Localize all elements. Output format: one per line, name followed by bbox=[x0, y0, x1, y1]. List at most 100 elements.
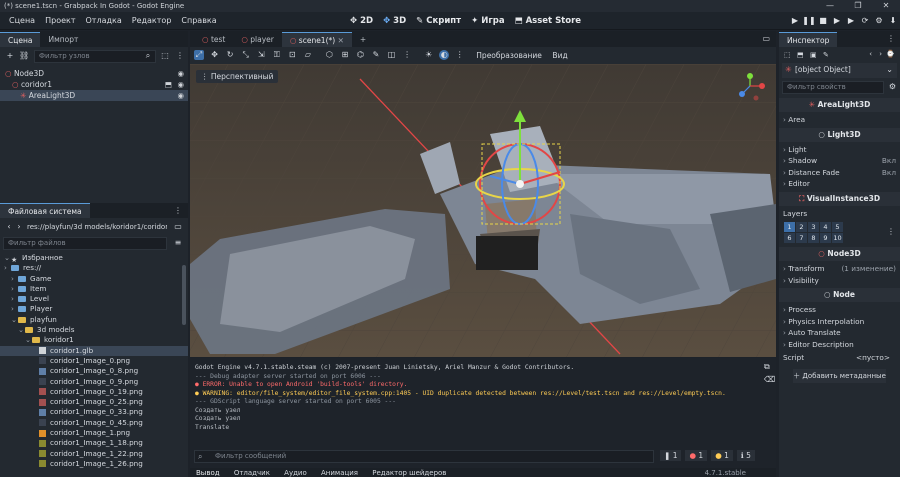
tab-debugger[interactable]: Отладчик bbox=[228, 469, 276, 477]
more-icon[interactable]: ⋮ bbox=[402, 50, 412, 60]
property-row[interactable]: › Visibility bbox=[779, 275, 900, 287]
visibility-icon[interactable]: ◉ bbox=[177, 79, 184, 90]
maximize-button[interactable]: ❐ bbox=[844, 0, 872, 12]
layer-toggle[interactable]: 10 bbox=[832, 233, 843, 243]
save-icon[interactable]: ▣ bbox=[810, 51, 817, 59]
perspective-menu[interactable]: ⋮ Перспективный bbox=[196, 70, 279, 83]
file-item[interactable]: coridor1_Image_1_18.png bbox=[0, 438, 188, 448]
layer-toggle[interactable]: 2 bbox=[796, 222, 807, 232]
workspace-script[interactable]: ✎ Скрипт bbox=[416, 12, 461, 30]
play-scene-icon[interactable]: ▶ bbox=[830, 12, 844, 30]
play-custom-icon[interactable]: ▶ bbox=[844, 12, 858, 30]
history-back-icon[interactable]: ‹ bbox=[869, 50, 872, 58]
layer-toggle[interactable]: 1 bbox=[784, 222, 795, 232]
tab-animation[interactable]: Анимация bbox=[315, 469, 364, 477]
workspace-3d[interactable]: ✥ 3D bbox=[383, 12, 406, 30]
file-item[interactable]: coridor1_Image_0_9.png bbox=[0, 377, 188, 387]
object-selector[interactable]: ✳ [object Object] ⌄ bbox=[782, 63, 897, 78]
copy-icon[interactable]: ⧉ bbox=[764, 362, 772, 375]
folder-item[interactable]: ⌄ koridor1 bbox=[0, 335, 188, 345]
forward-icon[interactable]: › bbox=[14, 222, 24, 232]
settings-icon[interactable]: ⚙ bbox=[872, 12, 886, 30]
node-filter-input[interactable]: Фильтр узлов bbox=[34, 50, 156, 63]
file-item[interactable]: coridor1_Image_0_33.png bbox=[0, 407, 188, 417]
expand-arrow-icon[interactable]: › bbox=[11, 294, 18, 304]
select-tool-icon[interactable]: ⤢ bbox=[194, 50, 204, 60]
property-row[interactable]: › Distance Fade Вкл bbox=[779, 167, 900, 179]
property-row[interactable]: › Area bbox=[779, 114, 900, 126]
expand-arrow-icon[interactable]: ⌄ bbox=[11, 315, 18, 325]
camera-icon[interactable]: ⌬ bbox=[355, 50, 365, 60]
preview-menu-icon[interactable]: ⋮ bbox=[455, 50, 465, 60]
ruler-icon[interactable]: ▱ bbox=[303, 50, 313, 60]
tab-import[interactable]: Импорт bbox=[40, 32, 86, 47]
settings-icon[interactable]: ⚙ bbox=[889, 82, 896, 91]
sort-icon[interactable]: ≡ bbox=[173, 238, 183, 248]
tab-inspector[interactable]: Инспектор bbox=[779, 32, 838, 47]
edit-icon[interactable]: ✎ bbox=[823, 51, 829, 59]
link-icon[interactable]: ⛓ bbox=[19, 51, 29, 61]
local-space-icon[interactable]: ⬡ bbox=[324, 50, 334, 60]
lock-icon[interactable]: ⚿ bbox=[272, 50, 282, 60]
layer-toggle[interactable]: 9 bbox=[820, 233, 831, 243]
expand-arrow-icon[interactable]: › bbox=[11, 284, 18, 294]
expand-arrow-icon[interactable]: ⌄ bbox=[18, 325, 25, 335]
warning-count-button[interactable]: ● 1 bbox=[711, 450, 733, 461]
scrollbar[interactable] bbox=[182, 265, 186, 325]
property-filter-input[interactable]: Фильтр свойств bbox=[782, 81, 884, 94]
layer-toggle[interactable]: 8 bbox=[808, 233, 819, 243]
folder-item[interactable]: › Game bbox=[0, 274, 188, 284]
folder-item[interactable]: › Level bbox=[0, 294, 188, 304]
add-tab-button[interactable]: + bbox=[352, 32, 374, 47]
viewport-3d[interactable]: ⋮ Перспективный bbox=[190, 64, 776, 357]
layer-toggle[interactable]: 6 bbox=[784, 233, 795, 243]
file-item[interactable]: coridor1_Image_1_22.png bbox=[0, 449, 188, 459]
info-count-button[interactable]: ℹ 5 bbox=[736, 450, 755, 461]
tree-item-node3d[interactable]: ○ Node3D ◉ bbox=[0, 68, 188, 79]
menu-project[interactable]: Проект bbox=[40, 12, 80, 30]
favorites-item[interactable]: ⌄★ Избранное bbox=[0, 253, 188, 264]
property-row[interactable]: › Transform (1 изменение) bbox=[779, 263, 900, 275]
property-row[interactable]: › Process bbox=[779, 304, 900, 316]
environment-icon[interactable]: ◐ bbox=[439, 50, 450, 60]
file-item[interactable]: coridor1.glb bbox=[0, 345, 188, 356]
expand-arrow-icon[interactable]: › bbox=[11, 274, 18, 284]
scale-tool-icon[interactable]: ⤡ bbox=[241, 50, 251, 60]
close-tab-icon[interactable]: ✕ bbox=[338, 36, 344, 45]
expand-arrow-icon[interactable]: ⌄ bbox=[25, 335, 32, 345]
scene-instance-icon[interactable]: ⬒ bbox=[165, 79, 172, 90]
folder-item[interactable]: › Player bbox=[0, 304, 188, 314]
back-icon[interactable]: ‹ bbox=[4, 222, 14, 232]
message-filter-input[interactable]: Фильтр сообщений bbox=[194, 450, 654, 463]
file-item[interactable]: coridor1_Image_0_19.png bbox=[0, 387, 188, 397]
property-value[interactable]: (1 изменение) bbox=[841, 263, 896, 275]
kebab-icon[interactable]: ⋮ bbox=[174, 206, 182, 215]
expand-arrow-icon[interactable]: ⌄ bbox=[4, 253, 11, 263]
add-metadata-button[interactable]: ＋ Добавить метаданные bbox=[793, 368, 886, 383]
stop-icon[interactable]: ■ bbox=[816, 12, 830, 30]
file-item[interactable]: coridor1_Image_1_26.png bbox=[0, 459, 188, 469]
tab-filesystem[interactable]: Файловая система bbox=[0, 203, 90, 218]
script-value[interactable]: <пусто> bbox=[856, 352, 890, 364]
property-row[interactable]: › Shadow Вкл bbox=[779, 155, 900, 167]
load-resource-icon[interactable]: ⬒ bbox=[797, 51, 804, 59]
kebab-icon[interactable]: ⋮ bbox=[887, 34, 895, 43]
layer-toggle[interactable]: 5 bbox=[832, 222, 843, 232]
tab-scene1[interactable]: ○ scene1(*) ✕ bbox=[281, 32, 352, 47]
file-filter-input[interactable]: Фильтр файлов bbox=[3, 237, 167, 250]
property-row[interactable]: › Physics Interpolation bbox=[779, 316, 900, 328]
property-row[interactable]: › Auto Translate bbox=[779, 327, 900, 339]
history-forward-icon[interactable]: › bbox=[879, 50, 882, 58]
tab-audio[interactable]: Аудио bbox=[278, 469, 313, 477]
close-button[interactable]: ✕ bbox=[872, 0, 900, 12]
file-item[interactable]: coridor1_Image_0_45.png bbox=[0, 418, 188, 428]
menu-editor[interactable]: Редактор bbox=[127, 12, 177, 30]
reload-icon[interactable]: ⟳ bbox=[858, 12, 872, 30]
workspace-assetstore[interactable]: ⬒ Asset Store bbox=[515, 12, 581, 30]
layer-toggle[interactable]: 4 bbox=[820, 222, 831, 232]
snap-icon[interactable]: ⊞ bbox=[340, 50, 350, 60]
kebab-icon[interactable]: ⋮ bbox=[887, 227, 895, 236]
folder-item[interactable]: ⌄ playfun bbox=[0, 315, 188, 325]
view-menu[interactable]: Вид bbox=[552, 51, 567, 60]
list-select-icon[interactable]: ⇲ bbox=[256, 50, 266, 60]
